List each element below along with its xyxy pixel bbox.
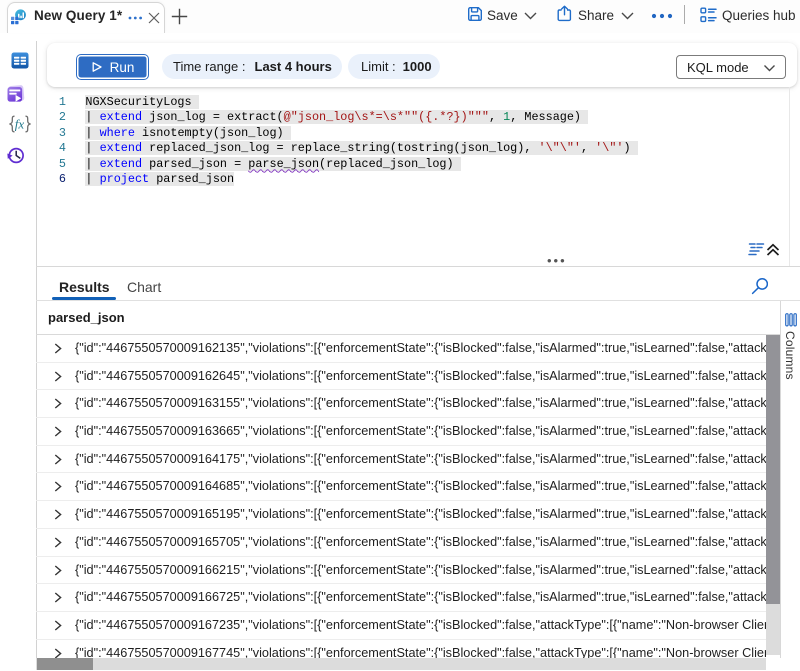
svg-text:fx: fx xyxy=(15,116,25,131)
